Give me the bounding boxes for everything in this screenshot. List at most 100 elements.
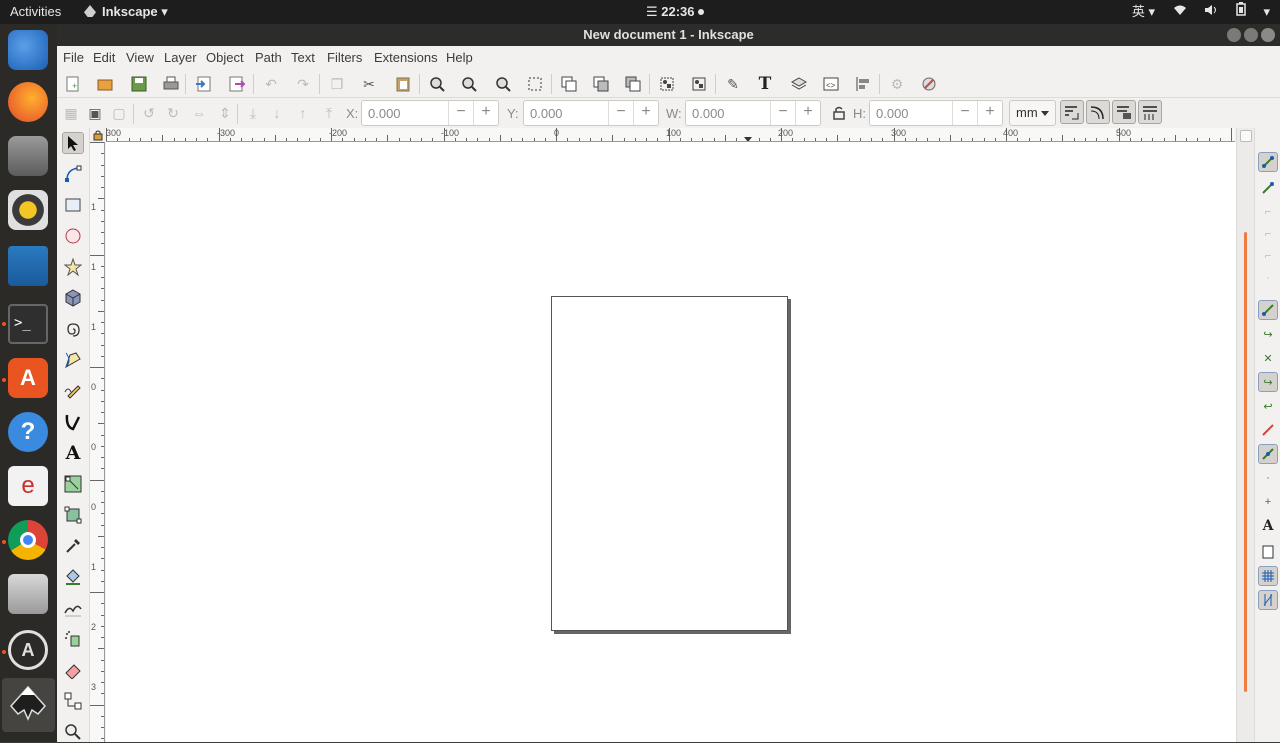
text-font-icon[interactable]: T bbox=[755, 74, 775, 94]
snap-grid-icon[interactable] bbox=[1258, 566, 1278, 586]
rotate-cw-icon[interactable]: ↻ bbox=[163, 103, 183, 123]
rectangle-tool-icon[interactable] bbox=[62, 194, 84, 216]
transform-gradients-toggle[interactable] bbox=[1112, 100, 1136, 124]
minimize-button[interactable] bbox=[1227, 28, 1241, 42]
wifi-icon[interactable] bbox=[1173, 0, 1187, 24]
unlink-clone-icon[interactable] bbox=[623, 74, 643, 94]
undo-icon[interactable]: ↶ bbox=[261, 74, 281, 94]
mesh-tool-icon[interactable] bbox=[62, 504, 84, 526]
snap-object-center-icon[interactable]: · bbox=[1258, 468, 1278, 488]
export-icon[interactable] bbox=[227, 74, 247, 94]
power-menu-chevron-icon[interactable]: ▾ bbox=[1263, 0, 1270, 24]
volume-icon[interactable] bbox=[1204, 0, 1218, 24]
close-button[interactable] bbox=[1261, 28, 1275, 42]
rotate-ccw-icon[interactable]: ↺ bbox=[139, 103, 159, 123]
selector-tool-icon[interactable] bbox=[62, 132, 84, 154]
y-spinbox[interactable]: 0.000 − + bbox=[523, 100, 659, 126]
snap-line-midpoints-icon[interactable] bbox=[1258, 420, 1278, 440]
document-properties-icon[interactable] bbox=[919, 74, 939, 94]
w-decrement-button[interactable]: − bbox=[770, 101, 795, 125]
chrome-icon[interactable] bbox=[8, 520, 48, 560]
ellipse-tool-icon[interactable] bbox=[62, 225, 84, 247]
w-increment-button[interactable]: + bbox=[795, 101, 820, 125]
zoom-drawing-icon[interactable] bbox=[459, 74, 479, 94]
clock[interactable]: ☰ 22:36 bbox=[646, 0, 704, 24]
connector-tool-icon[interactable] bbox=[62, 690, 84, 712]
select-all-icon[interactable]: ▦ bbox=[61, 103, 81, 123]
group-icon[interactable] bbox=[657, 74, 677, 94]
window-titlebar[interactable]: New document 1 - Inkscape bbox=[57, 24, 1280, 46]
files-icon[interactable] bbox=[8, 136, 48, 176]
menu-path[interactable]: Path bbox=[255, 50, 282, 65]
x-decrement-button[interactable]: − bbox=[448, 101, 473, 125]
flip-vertical-icon[interactable]: ⇕ bbox=[215, 103, 235, 123]
select-all-layers-icon[interactable]: ▣ bbox=[85, 103, 105, 123]
zoom-tool-icon[interactable] bbox=[62, 721, 84, 743]
print-icon[interactable] bbox=[161, 74, 181, 94]
zoom-selection-icon[interactable] bbox=[427, 74, 447, 94]
ungroup-icon[interactable] bbox=[689, 74, 709, 94]
snap-rotation-center-icon[interactable]: + bbox=[1258, 492, 1278, 512]
spray-tool-icon[interactable] bbox=[62, 628, 84, 650]
h-increment-button[interactable]: + bbox=[977, 101, 1002, 125]
snap-bbox-midpoint-icon[interactable]: ⌐ bbox=[1258, 246, 1278, 266]
rhythmbox-icon[interactable] bbox=[8, 190, 48, 230]
pen-tool-icon[interactable] bbox=[62, 349, 84, 371]
drawing-canvas[interactable] bbox=[106, 142, 1236, 742]
help-icon[interactable]: ? bbox=[8, 412, 48, 452]
document-page[interactable] bbox=[551, 296, 788, 631]
transform-patterns-toggle[interactable] bbox=[1138, 100, 1162, 124]
menu-extensions[interactable]: Extensions bbox=[374, 50, 438, 65]
node-tool-icon[interactable] bbox=[62, 163, 84, 185]
input-method-indicator[interactable]: 英 ▾ bbox=[1118, 0, 1155, 24]
gradient-tool-icon[interactable] bbox=[62, 473, 84, 495]
fill-stroke-icon[interactable]: ✎ bbox=[723, 74, 743, 94]
h-decrement-button[interactable]: − bbox=[952, 101, 977, 125]
x-increment-button[interactable]: + bbox=[473, 101, 498, 125]
snap-smooth-nodes-icon[interactable]: ↩ bbox=[1258, 396, 1278, 416]
layers-icon[interactable] bbox=[789, 74, 809, 94]
maximize-button[interactable] bbox=[1244, 28, 1258, 42]
deselect-icon[interactable]: ▢ bbox=[109, 103, 129, 123]
horizontal-ruler[interactable]: 300 -300 -200 -100 0 100 200 300 400 500 bbox=[106, 128, 1235, 142]
snap-nodes-icon[interactable] bbox=[1258, 300, 1278, 320]
h-spinbox[interactable]: 0.000 − + bbox=[869, 100, 1003, 126]
vertical-scrollbar-thumb[interactable] bbox=[1244, 232, 1247, 692]
lock-aspect-icon[interactable] bbox=[829, 103, 849, 123]
snap-bbox-center-icon[interactable]: · bbox=[1258, 268, 1278, 288]
w-spinbox[interactable]: 0.000 − + bbox=[685, 100, 821, 126]
menu-help[interactable]: Help bbox=[446, 50, 473, 65]
unit-select[interactable]: mm bbox=[1009, 100, 1056, 126]
y-decrement-button[interactable]: − bbox=[608, 101, 633, 125]
tweak-tool-icon[interactable] bbox=[62, 597, 84, 619]
text-editor-icon[interactable]: e bbox=[8, 466, 48, 506]
app-menu[interactable]: Inkscape ▾ bbox=[84, 0, 168, 24]
lock-guides-icon[interactable] bbox=[92, 129, 104, 141]
spiral-tool-icon[interactable] bbox=[62, 318, 84, 340]
snap-cusp-nodes-icon[interactable]: ↪ bbox=[1258, 372, 1278, 392]
save-document-icon[interactable] bbox=[129, 74, 149, 94]
inkscape-dock-icon[interactable] bbox=[8, 684, 48, 724]
import-icon[interactable] bbox=[193, 74, 213, 94]
xml-editor-icon[interactable]: <> bbox=[821, 74, 841, 94]
raise-icon[interactable]: ↑ bbox=[293, 103, 313, 123]
menu-text[interactable]: Text bbox=[291, 50, 315, 65]
lower-to-bottom-icon[interactable]: ⤓ bbox=[243, 103, 263, 123]
battery-icon[interactable] bbox=[1236, 0, 1246, 24]
snap-paths-icon[interactable]: ↪ bbox=[1258, 324, 1278, 344]
paint-bucket-tool-icon[interactable] bbox=[62, 566, 84, 588]
activities-button[interactable]: Activities bbox=[10, 0, 61, 24]
system-tray[interactable]: 英 ▾ ▾ bbox=[1104, 0, 1270, 24]
w-value[interactable]: 0.000 bbox=[692, 106, 725, 121]
menu-layer[interactable]: Layer bbox=[164, 50, 197, 65]
duplicate-icon[interactable] bbox=[559, 74, 579, 94]
redo-icon[interactable]: ↷ bbox=[293, 74, 313, 94]
clone-icon[interactable] bbox=[591, 74, 611, 94]
thunderbird-icon[interactable] bbox=[8, 30, 48, 70]
snap-text-baseline-icon[interactable]: A bbox=[1258, 516, 1278, 536]
snap-others-icon[interactable] bbox=[1258, 444, 1278, 464]
h-value[interactable]: 0.000 bbox=[876, 106, 909, 121]
x-spinbox[interactable]: 0.000 − + bbox=[361, 100, 499, 126]
vertical-ruler[interactable]: 1 1 1 0 0 0 1 2 3 bbox=[90, 142, 105, 742]
snap-bbox-corner-icon[interactable]: ⌐ bbox=[1258, 224, 1278, 244]
